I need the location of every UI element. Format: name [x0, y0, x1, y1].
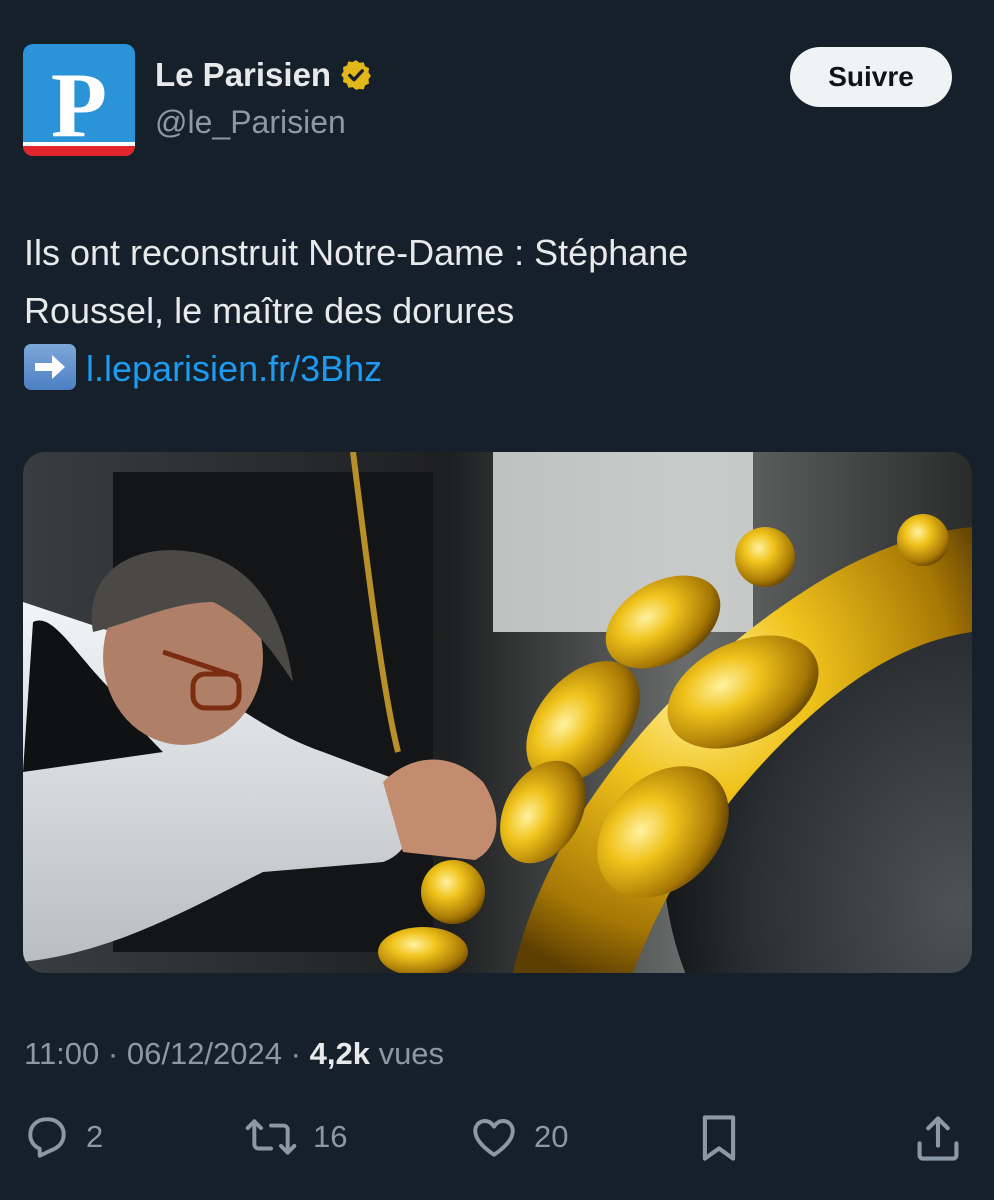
tweet-text: Ils ont reconstruit Notre-Dame : Stéphan…: [24, 224, 964, 398]
tweet-link[interactable]: l.leparisien.fr/3Bhz: [86, 348, 382, 389]
action-bar: 2 16 20: [0, 1112, 994, 1172]
repost-count: 16: [313, 1119, 348, 1154]
repost-icon: [245, 1119, 297, 1155]
reply-button[interactable]: 2: [22, 1112, 103, 1162]
follow-button[interactable]: Suivre: [790, 47, 952, 107]
handle[interactable]: @le_Parisien: [155, 104, 346, 141]
views-label: vues: [378, 1036, 445, 1071]
right-arrow-emoji-icon: [24, 344, 76, 390]
verified-badge-icon: [341, 60, 371, 90]
avatar[interactable]: P: [23, 44, 135, 156]
views-count: 4,2k: [309, 1036, 370, 1071]
tweet-time[interactable]: 11:00: [24, 1036, 99, 1071]
share-icon: [917, 1116, 959, 1161]
bookmark-button[interactable]: [696, 1112, 742, 1164]
meta-separator: ·: [107, 1036, 119, 1071]
tweet-link-line: l.leparisien.fr/3Bhz: [24, 340, 964, 398]
tweet-line-1: Ils ont reconstruit Notre-Dame : Stéphan…: [24, 232, 689, 273]
reply-icon: [28, 1117, 66, 1158]
bookmark-icon: [702, 1115, 736, 1161]
repost-button[interactable]: 16: [243, 1112, 347, 1162]
tweet-line-2: Roussel, le maître des dorures: [24, 290, 515, 331]
share-button[interactable]: [914, 1112, 962, 1164]
tweet-photo[interactable]: [23, 452, 972, 973]
avatar-logo-letter: P: [50, 54, 108, 156]
display-name[interactable]: Le Parisien: [155, 56, 331, 94]
like-button[interactable]: 20: [468, 1112, 568, 1162]
reply-count: 2: [86, 1119, 104, 1154]
gilded-ornament-photo: [23, 452, 972, 973]
avatar-red-stripe: [23, 146, 135, 156]
heart-icon: [473, 1118, 515, 1157]
like-count: 20: [534, 1119, 569, 1154]
name-row: Le Parisien: [155, 56, 373, 94]
tweet-date[interactable]: 06/12/2024: [127, 1036, 282, 1071]
meta-separator: ·: [290, 1036, 301, 1071]
tweet-metadata: 11:00 · 06/12/2024 · 4,2k vues: [24, 1036, 444, 1072]
